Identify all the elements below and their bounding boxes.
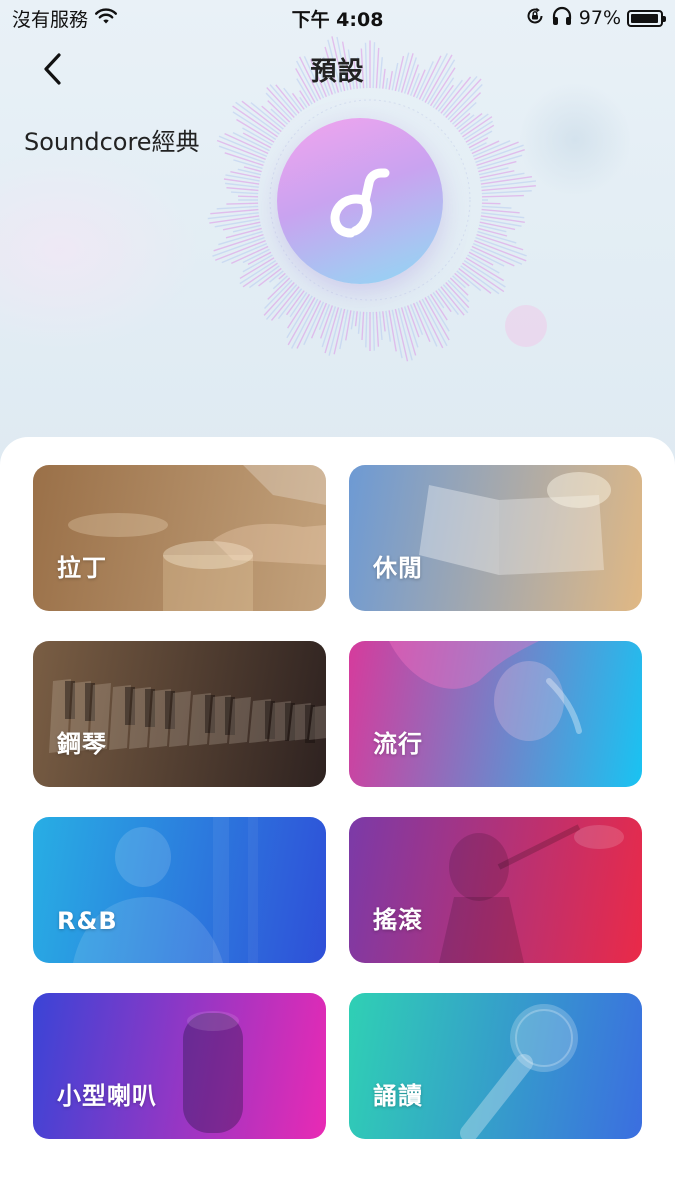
visualizer-bar	[372, 311, 376, 351]
preset-card-leisure[interactable]: 休閒	[349, 465, 642, 611]
eq-preset-sheet: 拉丁 休閒 鋼琴 流行 R&B 搖滾 小型喇叭 誦讀	[0, 437, 675, 1200]
preset-card-latin[interactable]: 拉丁	[33, 465, 326, 611]
carrier-label: 沒有服務	[12, 8, 89, 31]
visualizer-bar	[222, 221, 261, 231]
drums-image	[68, 465, 326, 611]
visualizer-bar	[361, 311, 365, 341]
visualizer-bar	[357, 311, 362, 334]
microphone-image	[460, 1004, 578, 1139]
visualizer-bar	[480, 218, 522, 227]
visualizer-bar	[388, 310, 397, 352]
visualizer-bar	[481, 190, 532, 195]
soundcore-note-icon	[330, 168, 390, 238]
visualizer-bar	[475, 236, 527, 257]
current-preset-name: Soundcore經典	[24, 128, 200, 156]
visualizer-bar	[445, 282, 470, 309]
headphones-icon	[551, 6, 573, 31]
visualizer-bar	[289, 292, 308, 318]
preset-card-rnb[interactable]: R&B	[33, 817, 326, 963]
preset-card-label: 搖滾	[373, 906, 423, 934]
visualizer-bar	[479, 221, 516, 231]
visualizer-bar	[375, 311, 380, 347]
battery-icon	[627, 9, 666, 27]
preset-card-label: 拉丁	[57, 554, 107, 582]
visualizer-bar	[231, 191, 259, 195]
battery-percent: 97%	[578, 7, 621, 29]
visualizer-bar	[382, 311, 386, 332]
visualizer-bar	[216, 205, 259, 210]
singer-image	[389, 641, 582, 741]
piano-keys-image	[49, 679, 326, 753]
preset-card-label: R&B	[57, 907, 118, 935]
visualizer-bar	[237, 195, 259, 198]
preset-card-recitation[interactable]: 誦讀	[349, 993, 642, 1139]
soundcore-logo	[277, 118, 443, 284]
visualizer-bar	[481, 208, 520, 214]
preset-card-label: 流行	[373, 730, 423, 758]
visualizer-bar	[258, 267, 282, 287]
rnb-singer-image	[73, 817, 258, 963]
visualizer-bar	[216, 139, 266, 161]
orientation-lock-icon	[525, 6, 545, 31]
back-button[interactable]	[36, 52, 70, 86]
visualizer-bar	[214, 218, 260, 228]
visualizer-bar	[226, 202, 259, 205]
book-image	[419, 472, 611, 575]
battery-level	[631, 13, 659, 23]
preset-card-rock[interactable]: 搖滾	[349, 817, 642, 963]
visualizer-bar	[479, 170, 515, 179]
visualizer-bar	[350, 310, 355, 330]
wifi-icon	[94, 7, 118, 30]
visualizer-bar	[481, 202, 501, 205]
visualizer-bar	[378, 311, 383, 340]
visualizer-bar	[212, 236, 265, 257]
status-bar: 沒有服務 下午 4:08 97%	[0, 0, 675, 36]
visualizer-bar	[440, 286, 465, 316]
preset-card-pop[interactable]: 流行	[349, 641, 642, 787]
visualizer-bar	[310, 302, 328, 339]
band-image	[439, 824, 624, 963]
preset-card-label: 休閒	[373, 554, 423, 582]
visualizer-bar	[226, 186, 259, 192]
visualizer-bar	[249, 265, 280, 289]
preset-card-label: 誦讀	[373, 1082, 423, 1110]
visualizer-bar	[481, 205, 512, 209]
visualizer-bar	[481, 194, 524, 198]
preset-card-small-speaker[interactable]: 小型喇叭	[33, 993, 326, 1139]
preset-card-label: 鋼琴	[57, 730, 107, 758]
visualizer-bar	[480, 172, 525, 182]
chevron-left-icon	[44, 53, 61, 85]
preset-card-piano[interactable]: 鋼琴	[33, 641, 326, 787]
visualizer-bar	[354, 311, 358, 327]
preset-grid: 拉丁 休閒 鋼琴 流行 R&B 搖滾 小型喇叭 誦讀	[33, 465, 642, 1139]
visualizer-bar	[365, 311, 368, 348]
visualizer-bar	[478, 227, 508, 237]
visualizer-bar	[303, 301, 325, 346]
visualizer-bar	[470, 142, 487, 152]
nav-bar: 預設	[0, 44, 675, 94]
background-blob	[0, 150, 200, 350]
visualizer-bar	[429, 293, 448, 321]
preset-card-label: 小型喇叭	[57, 1082, 157, 1110]
speaker-image	[183, 1011, 243, 1133]
page-title: 預設	[310, 56, 365, 87]
visualizer-bar	[478, 167, 509, 176]
